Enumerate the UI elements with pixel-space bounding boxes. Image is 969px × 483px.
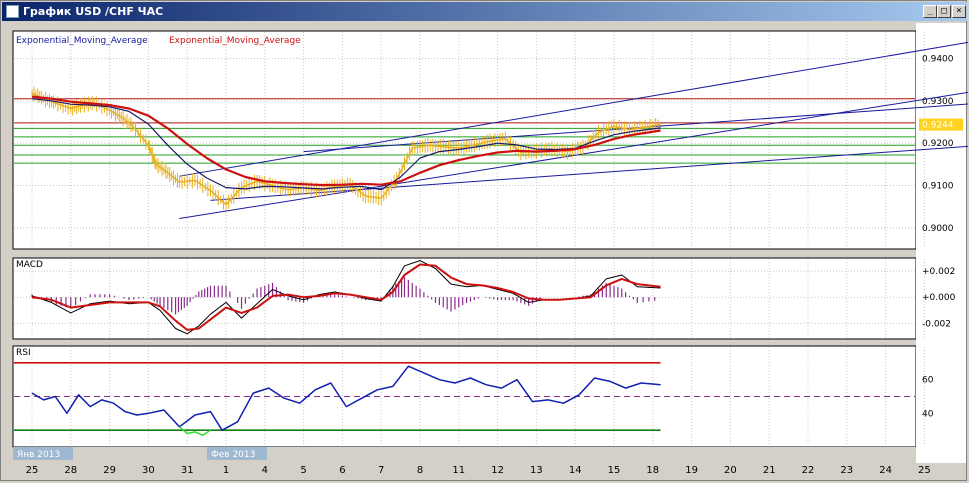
current-price-label: 0.9244 <box>922 121 954 131</box>
macd-tick-1: +0.000 <box>922 293 956 303</box>
x-tick-18: 20 <box>724 465 737 476</box>
x-tick-5: 1 <box>223 465 229 476</box>
x-tick-11: 11 <box>452 465 465 476</box>
x-tick-17: 19 <box>685 465 698 476</box>
rsi-label: RSI <box>16 348 31 358</box>
x-tick-8: 6 <box>339 465 345 476</box>
price-tick-4: 0.9000 <box>922 224 954 234</box>
x-tick-4: 31 <box>181 465 194 476</box>
macd-tick-0: +0.002 <box>922 267 955 277</box>
x-tick-10: 8 <box>417 465 423 476</box>
x-tick-0: 25 <box>26 465 39 476</box>
x-tick-9: 7 <box>378 465 384 476</box>
chart-canvas: 0.94000.93000.92000.91000.9000Exponentia… <box>12 23 968 476</box>
price-scale-bg <box>916 23 966 463</box>
x-tick-1: 28 <box>64 465 77 476</box>
x-tick-23: 25 <box>918 465 931 476</box>
x-tick-20: 22 <box>802 465 815 476</box>
price-tick-0: 0.9400 <box>922 55 954 65</box>
x-tick-7: 5 <box>300 465 306 476</box>
month-label-0: Янв 2013 <box>17 450 60 460</box>
x-tick-15: 15 <box>608 465 621 476</box>
x-tick-3: 30 <box>142 465 155 476</box>
price-tick-3: 0.9100 <box>922 182 954 192</box>
x-tick-21: 23 <box>840 465 853 476</box>
x-tick-16: 18 <box>646 465 659 476</box>
rsi-tick-1: 40 <box>922 409 934 419</box>
month-label-1: Фев 2013 <box>211 450 255 460</box>
x-tick-19: 21 <box>763 465 776 476</box>
macd-label: MACD <box>16 260 43 270</box>
x-tick-12: 12 <box>491 465 504 476</box>
legend-ema-2: Exponential_Moving_Average <box>169 36 301 46</box>
x-tick-22: 24 <box>879 465 892 476</box>
x-tick-6: 4 <box>262 465 268 476</box>
x-tick-14: 14 <box>569 465 582 476</box>
chart-window: График USD /CHF ЧАС _ □ × 0.9400 0.9300 0.… <box>0 0 968 481</box>
legend-ema-1: Exponential_Moving_Average <box>16 36 148 46</box>
macd-tick-2: -0.002 <box>922 319 951 329</box>
rsi-tick-0: 60 <box>922 376 934 386</box>
x-axis-bg <box>13 447 916 463</box>
x-tick-13: 13 <box>530 465 543 476</box>
x-tick-2: 29 <box>103 465 116 476</box>
